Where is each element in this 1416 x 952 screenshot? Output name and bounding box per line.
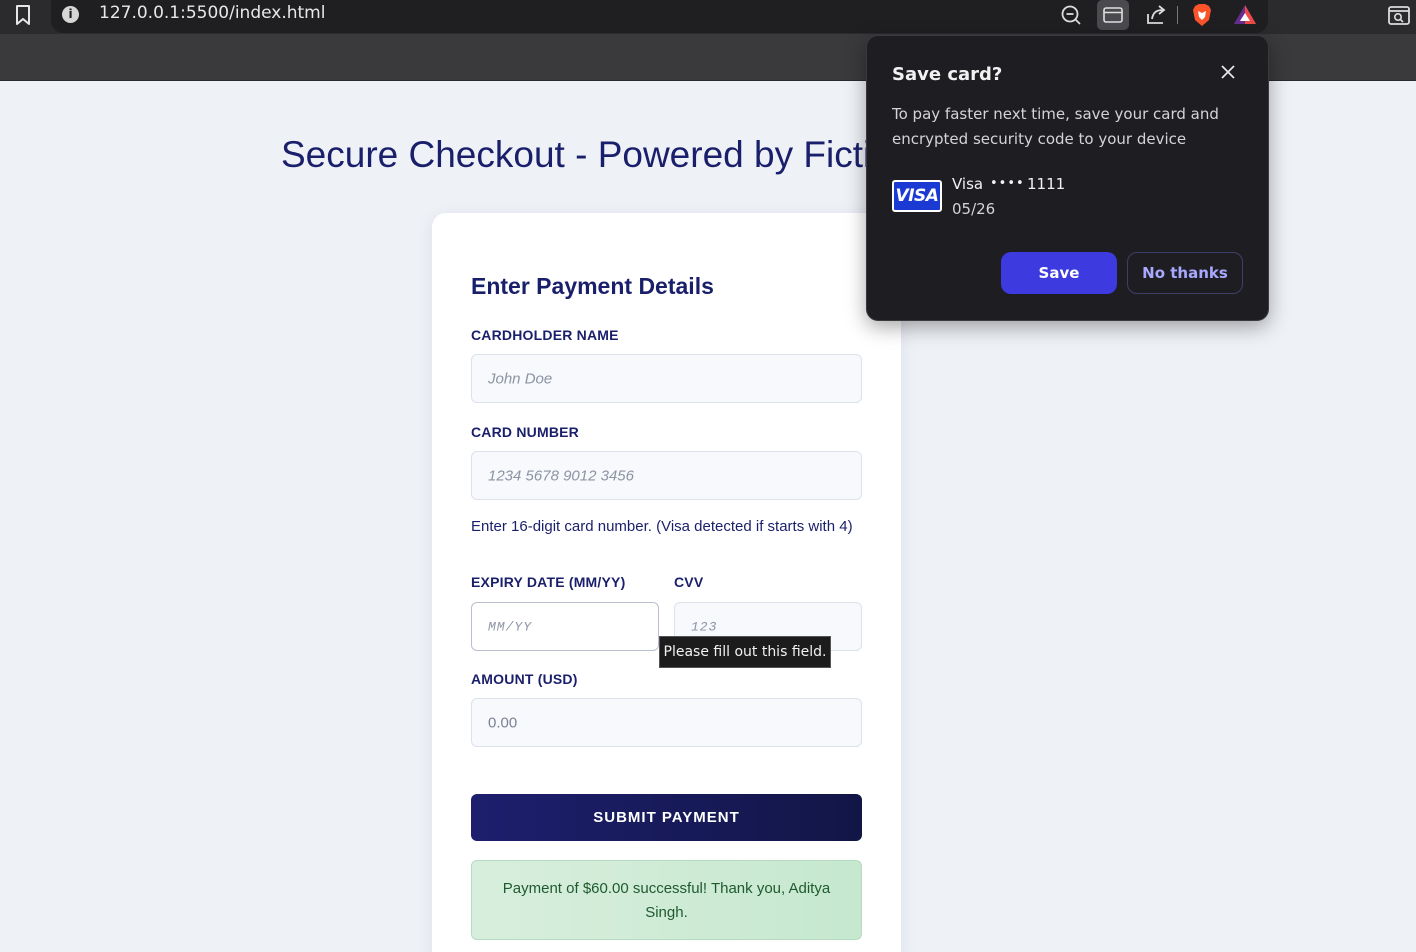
- save-button[interactable]: Save: [1001, 252, 1117, 294]
- amount-placeholder: 0.00: [488, 714, 518, 731]
- cardholder-name-label: CARDHOLDER NAME: [471, 327, 619, 343]
- no-thanks-button[interactable]: No thanks: [1127, 252, 1243, 294]
- submit-payment-button[interactable]: SUBMIT PAYMENT: [471, 794, 862, 841]
- share-icon[interactable]: [1142, 1, 1170, 29]
- card-masked-digits: ••••: [990, 176, 1025, 191]
- amount-input[interactable]: 0.00: [471, 698, 862, 747]
- visa-card-icon: VISA: [892, 180, 942, 212]
- url-text[interactable]: 127.0.0.1:5500/index.html: [99, 3, 325, 23]
- popup-title: Save card?: [892, 64, 1003, 85]
- toolbar-separator: [1177, 6, 1178, 24]
- expiry-date-label: EXPIRY DATE (MM/YY): [471, 574, 626, 590]
- card-number-placeholder: 1234 5678 9012 3456: [488, 467, 634, 484]
- zoom-out-icon[interactable]: [1058, 1, 1086, 29]
- card-number-hint: Enter 16-digit card number. (Visa detect…: [471, 518, 853, 535]
- info-icon[interactable]: i: [62, 6, 79, 23]
- validation-tooltip: Please fill out this field.: [659, 636, 831, 668]
- success-message: Payment of $60.00 successful! Thank you,…: [471, 860, 862, 940]
- form-heading: Enter Payment Details: [471, 273, 714, 299]
- card-number-input[interactable]: 1234 5678 9012 3456: [471, 451, 862, 500]
- page-title: Secure Checkout - Powered by Fictio: [281, 134, 892, 175]
- popup-description: To pay faster next time, save your card …: [892, 105, 1219, 148]
- card-expiry: 05/26: [952, 200, 996, 218]
- brave-shield-icon[interactable]: [1188, 1, 1216, 29]
- cardholder-name-placeholder: John Doe: [488, 370, 553, 387]
- bookmark-icon[interactable]: [14, 4, 32, 26]
- close-icon[interactable]: [1218, 62, 1238, 82]
- card-number-label: CARD NUMBER: [471, 424, 579, 440]
- expiry-date-placeholder: MM/YY: [488, 619, 533, 634]
- expiry-date-input[interactable]: MM/YY: [471, 602, 659, 651]
- brave-rewards-icon[interactable]: [1231, 1, 1259, 29]
- tab-search-icon[interactable]: [1385, 2, 1413, 30]
- credit-card-icon[interactable]: [1097, 0, 1129, 30]
- cardholder-name-input[interactable]: John Doe: [471, 354, 862, 403]
- amount-label: AMOUNT (USD): [471, 671, 578, 687]
- card-last-four: 1111: [1027, 175, 1066, 193]
- cvv-placeholder: 123: [691, 619, 718, 634]
- cvv-label: CVV: [674, 574, 704, 590]
- card-brand: Visa: [952, 175, 984, 193]
